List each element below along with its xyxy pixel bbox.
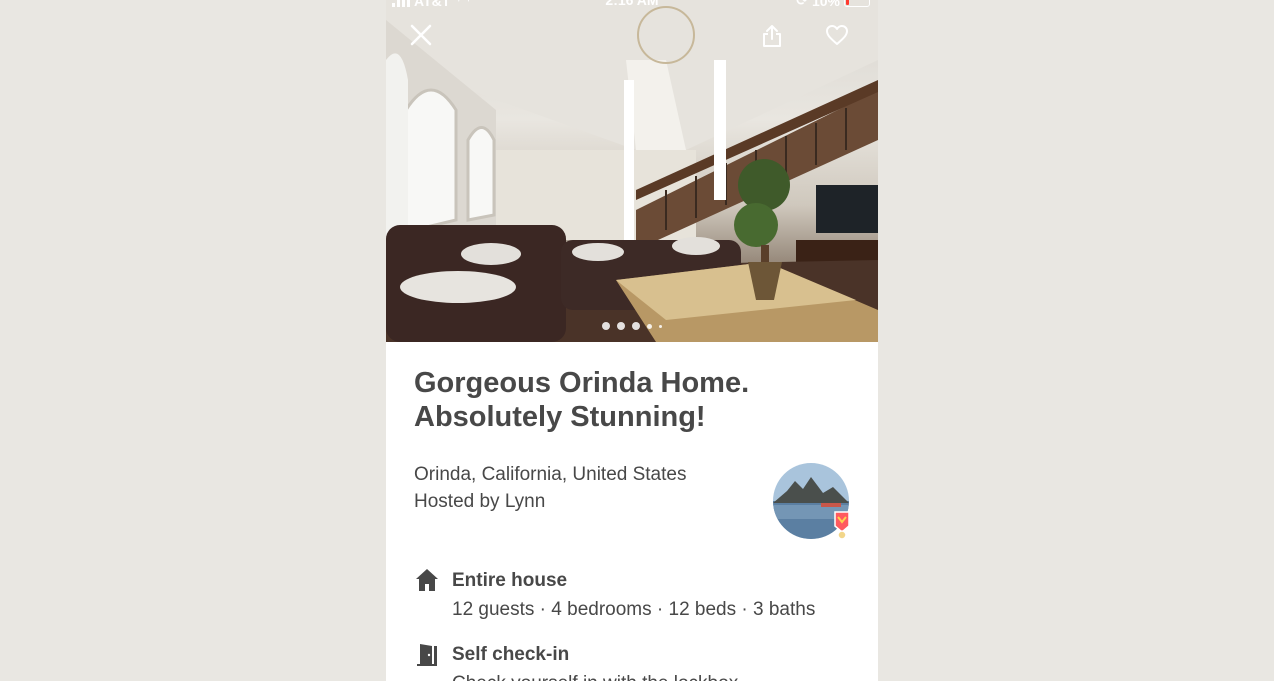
feature-entire-house-details: 12 guests · 4 bedrooms · 12 beds · 3 bat…: [452, 599, 816, 620]
carousel-page-indicator: [386, 322, 878, 330]
feature-self-checkin-title: Self check-in: [452, 644, 570, 665]
carousel-dot[interactable]: [647, 323, 652, 329]
listing-title-line2: Absolutely Stunning!: [414, 401, 706, 433]
house-icon: [416, 569, 438, 591]
close-icon: [410, 24, 432, 46]
superhost-badge-icon: [834, 511, 850, 540]
feature-self-checkin-details: Check yourself in with the lockbox.: [452, 673, 743, 681]
listing-photo-carousel[interactable]: AT&T ◠ 2:16 AM ⟳ 10%: [386, 0, 878, 342]
carousel-dot[interactable]: [617, 322, 625, 330]
listing-title-line1: Gorgeous Orinda Home.: [414, 367, 750, 399]
share-icon: [763, 25, 781, 47]
listing-screen: AT&T ◠ 2:16 AM ⟳ 10% Gorgeous Orinda Hom…: [386, 0, 878, 681]
listing-title: Gorgeous Orinda Home. Absolutely Stunnin…: [414, 366, 844, 434]
save-favorite-button[interactable]: [825, 24, 855, 54]
battery-percent: 10%: [811, 0, 840, 9]
share-button[interactable]: [761, 24, 791, 54]
close-button[interactable]: [410, 24, 440, 54]
battery-indicator: ⟳ 10%: [796, 0, 870, 9]
carousel-dot[interactable]: [632, 322, 640, 330]
heart-icon: [826, 25, 848, 45]
living-room-photo: [386, 0, 878, 342]
feature-entire-house-title: Entire house: [452, 570, 568, 591]
host-name[interactable]: Hosted by Lynn: [414, 489, 545, 515]
status-bar: AT&T ◠ 2:16 AM ⟳ 10%: [386, 0, 878, 12]
orientation-lock-icon: ⟳: [796, 0, 808, 8]
carousel-dot[interactable]: [602, 322, 610, 330]
battery-icon: [844, 0, 870, 7]
carousel-dot[interactable]: [659, 324, 662, 328]
listing-location: Orinda, California, United States: [414, 464, 687, 485]
door-icon: [417, 644, 437, 666]
